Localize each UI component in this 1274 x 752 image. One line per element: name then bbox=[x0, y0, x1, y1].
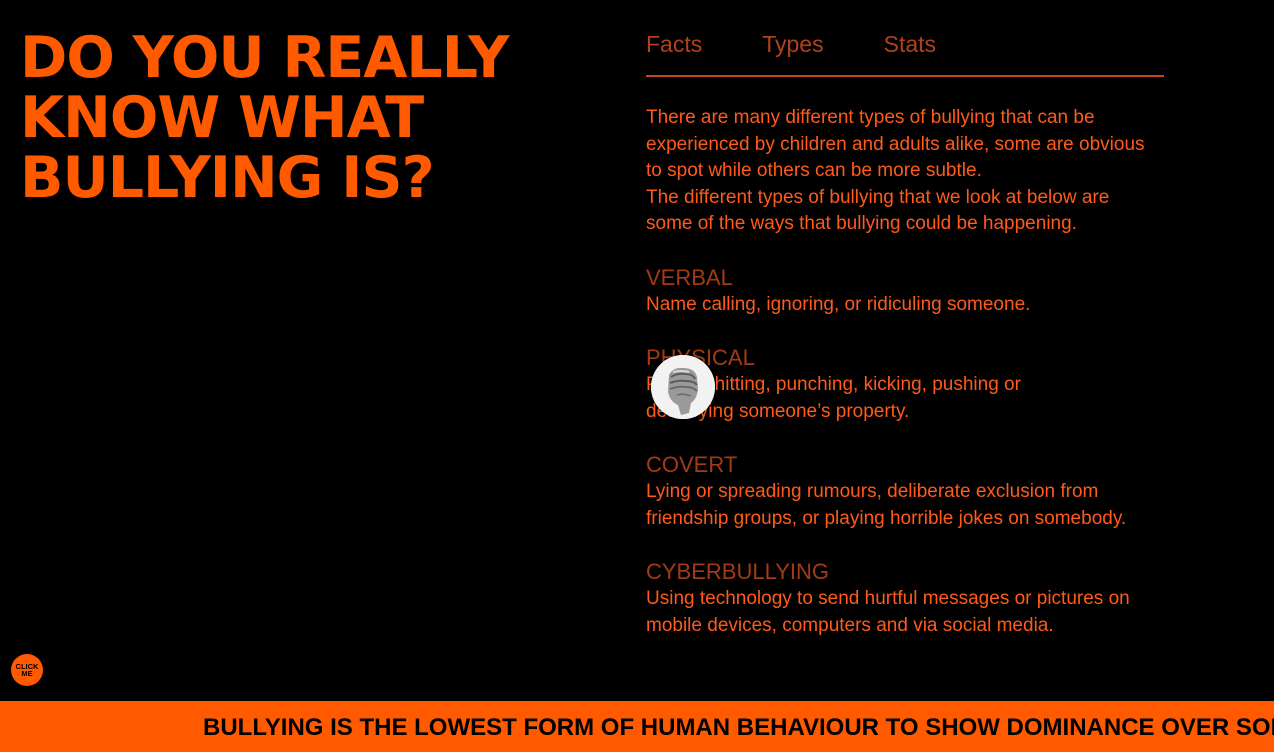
intro-paragraph-1: There are many different types of bullyi… bbox=[646, 107, 1145, 181]
type-description: Using technology to send hurtful message… bbox=[646, 588, 1130, 636]
tab-stats[interactable]: Stats bbox=[884, 30, 936, 75]
click-me-button[interactable]: CLICK ME bbox=[11, 654, 43, 686]
type-cyberbullying: CYBERBULLYING Using technology to send h… bbox=[646, 558, 1156, 639]
type-title: VERBAL bbox=[646, 264, 733, 290]
type-description: Name calling, ignoring, or ridiculing so… bbox=[646, 293, 1031, 315]
tab-types[interactable]: Types bbox=[762, 30, 823, 75]
headline-line-2: KNOW WHAT bbox=[20, 85, 424, 151]
tab-bar: Facts Types Stats bbox=[646, 30, 1164, 77]
intro-text: There are many different types of bullyi… bbox=[646, 105, 1156, 238]
type-verbal: VERBAL Name calling, ignoring, or ridicu… bbox=[646, 264, 1156, 319]
type-covert: COVERT Lying or spreading rumours, delib… bbox=[646, 451, 1156, 532]
click-me-label: CLICK ME bbox=[15, 661, 39, 678]
type-title: CYBERBULLYING bbox=[646, 559, 829, 584]
headline-line-3: BULLYING IS? bbox=[20, 145, 435, 211]
types-content: There are many different types of bullyi… bbox=[646, 105, 1156, 665]
marquee-text: BULLYING IS THE LOWEST FORM OF HUMAN BEH… bbox=[203, 714, 1274, 741]
type-title: COVERT bbox=[646, 452, 738, 477]
page-title: DO YOU REALLY KNOW WHAT BULLYING IS? bbox=[20, 28, 580, 208]
tab-facts[interactable]: Facts bbox=[646, 30, 702, 75]
headline-line-1: DO YOU REALLY bbox=[20, 25, 509, 91]
fist-icon bbox=[651, 355, 715, 419]
intro-paragraph-2: The different types of bullying that we … bbox=[646, 186, 1110, 235]
marquee-banner: BULLYING IS THE LOWEST FORM OF HUMAN BEH… bbox=[0, 701, 1274, 752]
type-description: Lying or spreading rumours, deliberate e… bbox=[646, 481, 1127, 529]
type-title: PHYSICAL bbox=[646, 345, 755, 370]
type-physical: PHYSICAL Poking, hitting, punching, kick… bbox=[646, 344, 1156, 425]
